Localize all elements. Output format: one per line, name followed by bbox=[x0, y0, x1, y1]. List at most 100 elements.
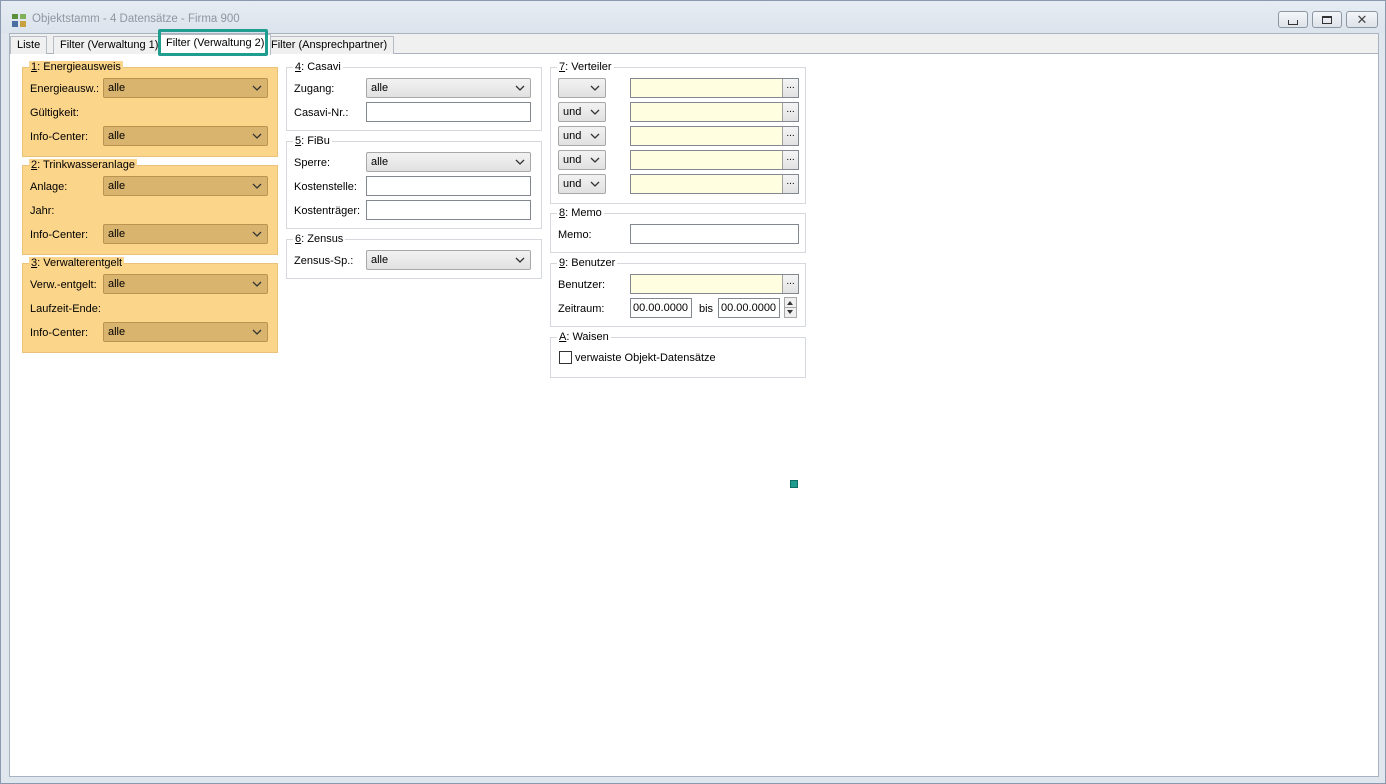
tab-strip: Liste Filter (Verwaltung 1) Filter (Verw… bbox=[10, 29, 1378, 56]
group-verwalterentgelt: 3: Verwalterentgelt Verw.-entgelt: alle … bbox=[22, 257, 278, 353]
verteiler-input[interactable]: ... bbox=[630, 150, 799, 170]
gueltigkeit-label: Gültigkeit: bbox=[30, 107, 79, 119]
group-title: 4: Casavi bbox=[293, 61, 343, 74]
verwalterentgelt-label: Verw.-entgelt: bbox=[30, 279, 97, 291]
verwalterentgelt-select[interactable]: alle bbox=[103, 274, 268, 294]
chevron-down-icon bbox=[252, 183, 262, 189]
zugang-label: Zugang: bbox=[294, 83, 335, 95]
sperre-label: Sperre: bbox=[294, 157, 331, 169]
chevron-down-icon bbox=[515, 85, 525, 91]
kostenstelle-label: Kostenstelle: bbox=[294, 181, 357, 193]
maximize-button[interactable] bbox=[1312, 11, 1342, 28]
group-title: A: Waisen bbox=[557, 331, 611, 344]
memo-label: Memo: bbox=[558, 229, 592, 241]
verteiler-operator-select[interactable] bbox=[558, 78, 606, 98]
kostenstelle-input[interactable] bbox=[366, 176, 531, 196]
group-memo: 8: Memo Memo: bbox=[550, 207, 806, 253]
chevron-down-icon bbox=[252, 281, 262, 287]
browse-button[interactable]: ... bbox=[782, 151, 798, 169]
application-window: Objektstamm - 4 Datensätze - Firma 900 ✕… bbox=[0, 0, 1386, 784]
chevron-down-icon bbox=[515, 257, 525, 263]
anlage-label: Anlage: bbox=[30, 181, 68, 193]
jahr-label: Jahr: bbox=[30, 205, 55, 217]
energieausweis-label: Energieausw.: bbox=[30, 83, 100, 95]
verteiler-input[interactable]: ... bbox=[630, 126, 799, 146]
chevron-down-icon bbox=[590, 181, 600, 187]
group-benutzer: 9: Benutzer Benutzer: ... Zeitraum: 00.0… bbox=[550, 257, 806, 327]
verwaiste-datensaetze-label[interactable]: verwaiste Objekt-Datensätze bbox=[575, 351, 716, 365]
zeitraum-to-input[interactable]: 00.00.0000 bbox=[718, 298, 780, 318]
memo-input[interactable] bbox=[630, 224, 799, 244]
close-icon: ✕ bbox=[1356, 12, 1368, 27]
minimize-button[interactable] bbox=[1278, 11, 1308, 28]
group-energieausweis: 1: Energieausweis Energieausw.: alle Gül… bbox=[22, 61, 278, 157]
spin-down-icon[interactable] bbox=[787, 310, 793, 314]
window-title: Objektstamm - 4 Datensätze - Firma 900 bbox=[32, 13, 240, 25]
tab-liste[interactable]: Liste bbox=[10, 36, 48, 54]
group-fibu: 5: FiBu Sperre: alle Kostenstelle: Koste… bbox=[286, 135, 542, 229]
group-casavi: 4: Casavi Zugang: alle Casavi-Nr.: bbox=[286, 61, 542, 131]
energieausweis-select[interactable]: alle bbox=[103, 78, 268, 98]
tab-filter-ansprechpartner[interactable]: Filter (Ansprechpartner) bbox=[264, 36, 395, 54]
info-center-label: Info-Center: bbox=[30, 327, 89, 339]
minimize-icon bbox=[1288, 19, 1298, 25]
tab-label: Filter (Ansprechpartner) bbox=[271, 39, 388, 51]
date-spin-control[interactable] bbox=[784, 297, 797, 318]
casavi-nr-label: Casavi-Nr.: bbox=[294, 107, 349, 119]
browse-button[interactable]: ... bbox=[782, 175, 798, 193]
info-center-select[interactable]: alle bbox=[103, 126, 268, 146]
verteiler-input[interactable]: ... bbox=[630, 78, 799, 98]
client-area: Liste Filter (Verwaltung 1) Filter (Verw… bbox=[9, 29, 1379, 777]
kostentraeger-input[interactable] bbox=[366, 200, 531, 220]
tab-filter-verwaltung-1[interactable]: Filter (Verwaltung 1) bbox=[53, 36, 166, 54]
verteiler-input[interactable]: ... bbox=[630, 174, 799, 194]
spin-up-icon[interactable] bbox=[787, 301, 793, 305]
group-title: 9: Benutzer bbox=[557, 257, 618, 270]
chevron-down-icon bbox=[252, 133, 262, 139]
group-trinkwasseranlage: 2: Trinkwasseranlage Anlage: alle Jahr: … bbox=[22, 159, 278, 255]
zensus-select[interactable]: alle bbox=[366, 250, 531, 270]
chevron-down-icon bbox=[590, 85, 600, 91]
verteiler-operator-select[interactable]: und bbox=[558, 174, 606, 194]
group-title: 5: FiBu bbox=[293, 135, 332, 148]
laufzeit-ende-label: Laufzeit-Ende: bbox=[30, 303, 101, 315]
verteiler-operator-select[interactable]: und bbox=[558, 126, 606, 146]
tab-label: Filter (Verwaltung 1) bbox=[60, 39, 159, 51]
group-waisen: A: Waisen verwaiste Objekt-Datensätze bbox=[550, 331, 806, 378]
info-center-label: Info-Center: bbox=[30, 229, 89, 241]
zeitraum-from-input[interactable]: 00.00.0000 bbox=[630, 298, 692, 318]
verteiler-operator-select[interactable]: und bbox=[558, 102, 606, 122]
group-title: 2: Trinkwasseranlage bbox=[29, 159, 137, 172]
spin-divider bbox=[785, 307, 796, 308]
group-title: 1: Energieausweis bbox=[29, 61, 123, 74]
group-title: 8: Memo bbox=[557, 207, 604, 220]
close-button[interactable]: ✕ bbox=[1346, 11, 1378, 28]
zugang-select[interactable]: alle bbox=[366, 78, 531, 98]
benutzer-input[interactable]: ... bbox=[630, 274, 799, 294]
zensus-label: Zensus-Sp.: bbox=[294, 255, 354, 267]
browse-button[interactable]: ... bbox=[782, 275, 798, 293]
casavi-nr-input[interactable] bbox=[366, 102, 531, 122]
tab-label: Liste bbox=[17, 39, 41, 51]
chevron-down-icon bbox=[590, 157, 600, 163]
title-bar[interactable]: Objektstamm - 4 Datensätze - Firma 900 ✕ bbox=[1, 1, 1385, 33]
chevron-down-icon bbox=[590, 109, 600, 115]
group-verteiler: 7: Verteiler ... und ... und ... und ...… bbox=[550, 61, 806, 204]
cursor-marker bbox=[790, 480, 798, 488]
zeitraum-label: Zeitraum: bbox=[558, 303, 605, 315]
group-title: 7: Verteiler bbox=[557, 61, 614, 74]
verteiler-input[interactable]: ... bbox=[630, 102, 799, 122]
info-center-select[interactable]: alle bbox=[103, 224, 268, 244]
browse-button[interactable]: ... bbox=[782, 103, 798, 121]
app-icon bbox=[12, 14, 26, 27]
browse-button[interactable]: ... bbox=[782, 127, 798, 145]
anlage-select[interactable]: alle bbox=[103, 176, 268, 196]
info-center-select[interactable]: alle bbox=[103, 322, 268, 342]
verwaiste-datensaetze-checkbox[interactable] bbox=[559, 351, 572, 364]
info-center-label: Info-Center: bbox=[30, 131, 89, 143]
bis-label: bis bbox=[699, 303, 714, 315]
tab-filter-verwaltung-2[interactable]: Filter (Verwaltung 2) bbox=[159, 34, 272, 55]
sperre-select[interactable]: alle bbox=[366, 152, 531, 172]
browse-button[interactable]: ... bbox=[782, 79, 798, 97]
verteiler-operator-select[interactable]: und bbox=[558, 150, 606, 170]
